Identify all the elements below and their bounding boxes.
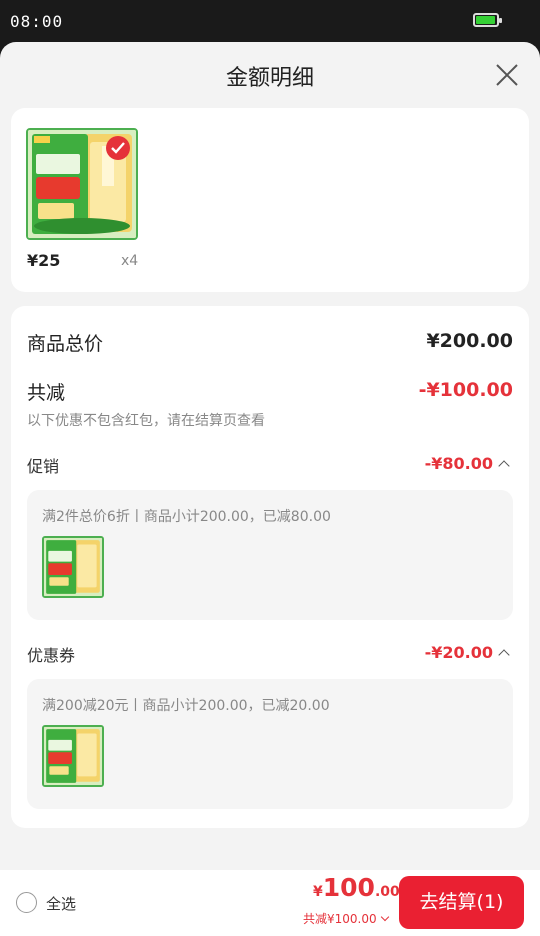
total-reduce-toggle[interactable]: 共减¥100.00 — [303, 910, 389, 927]
total-currency: ¥ — [313, 884, 323, 900]
product-price: ¥25 — [27, 251, 61, 270]
select-all-radio[interactable] — [16, 892, 37, 913]
status-bar: 08:00 — [0, 0, 540, 42]
selected-check-icon[interactable] — [106, 136, 130, 160]
total-amount: ¥100.00 — [313, 873, 400, 902]
product-quantity: x4 — [121, 253, 139, 269]
select-all-label[interactable]: 全选 — [46, 893, 76, 914]
battery-icon — [473, 13, 502, 27]
checkout-button[interactable]: 去结算(1) — [399, 876, 524, 929]
promotion-label: 促销 — [27, 457, 60, 476]
amount-detail-sheet: 金额明细 ¥25 x4 商品总价 ¥200.00 共减 -¥100.00 以下优… — [0, 42, 540, 936]
coupon-value[interactable]: -¥20.00 — [425, 643, 493, 662]
total-reduce-text: 共减¥100.00 — [303, 912, 377, 926]
coupon-product-thumb[interactable] — [42, 725, 104, 787]
promotion-detail-box: 满2件总价6折丨商品小计200.00，已减80.00 — [27, 490, 513, 620]
product-card: ¥25 x4 — [11, 108, 529, 292]
amount-breakdown-card: 商品总价 ¥200.00 共减 -¥100.00 以下优惠不包含红包，请在结算页… — [11, 306, 529, 828]
promotion-collapse-icon[interactable] — [498, 460, 510, 472]
coupon-detail-box: 满200减20元丨商品小计200.00，已减20.00 — [27, 679, 513, 809]
promotion-value[interactable]: -¥80.00 — [425, 454, 493, 473]
coupon-label: 优惠券 — [27, 646, 76, 665]
close-icon[interactable] — [494, 62, 520, 88]
total-amount-decimal: .00 — [374, 884, 400, 900]
reduce-value: -¥100.00 — [418, 379, 513, 401]
battery-level — [476, 16, 495, 24]
promotion-detail-text: 满2件总价6折丨商品小计200.00，已减80.00 — [42, 509, 331, 525]
total-price-label: 商品总价 — [27, 333, 104, 355]
product-image[interactable] — [26, 128, 138, 240]
total-amount-integer: 100 — [322, 873, 375, 902]
rice-package-thumb — [44, 538, 102, 596]
coupon-collapse-icon[interactable] — [498, 649, 510, 661]
rice-package-thumb — [44, 727, 102, 785]
discount-note: 以下优惠不包含红包，请在结算页查看 — [27, 413, 265, 429]
coupon-detail-text: 满200减20元丨商品小计200.00，已减20.00 — [42, 698, 330, 714]
total-price-value: ¥200.00 — [426, 330, 513, 352]
reduce-label: 共减 — [27, 382, 66, 404]
status-time: 08:00 — [10, 12, 64, 31]
checkout-bar: 全选 ¥100.00 共减¥100.00 去结算(1) — [0, 870, 540, 936]
sheet-title: 金额明细 — [225, 66, 314, 91]
promotion-product-thumb[interactable] — [42, 536, 104, 598]
chevron-down-icon — [380, 912, 389, 922]
